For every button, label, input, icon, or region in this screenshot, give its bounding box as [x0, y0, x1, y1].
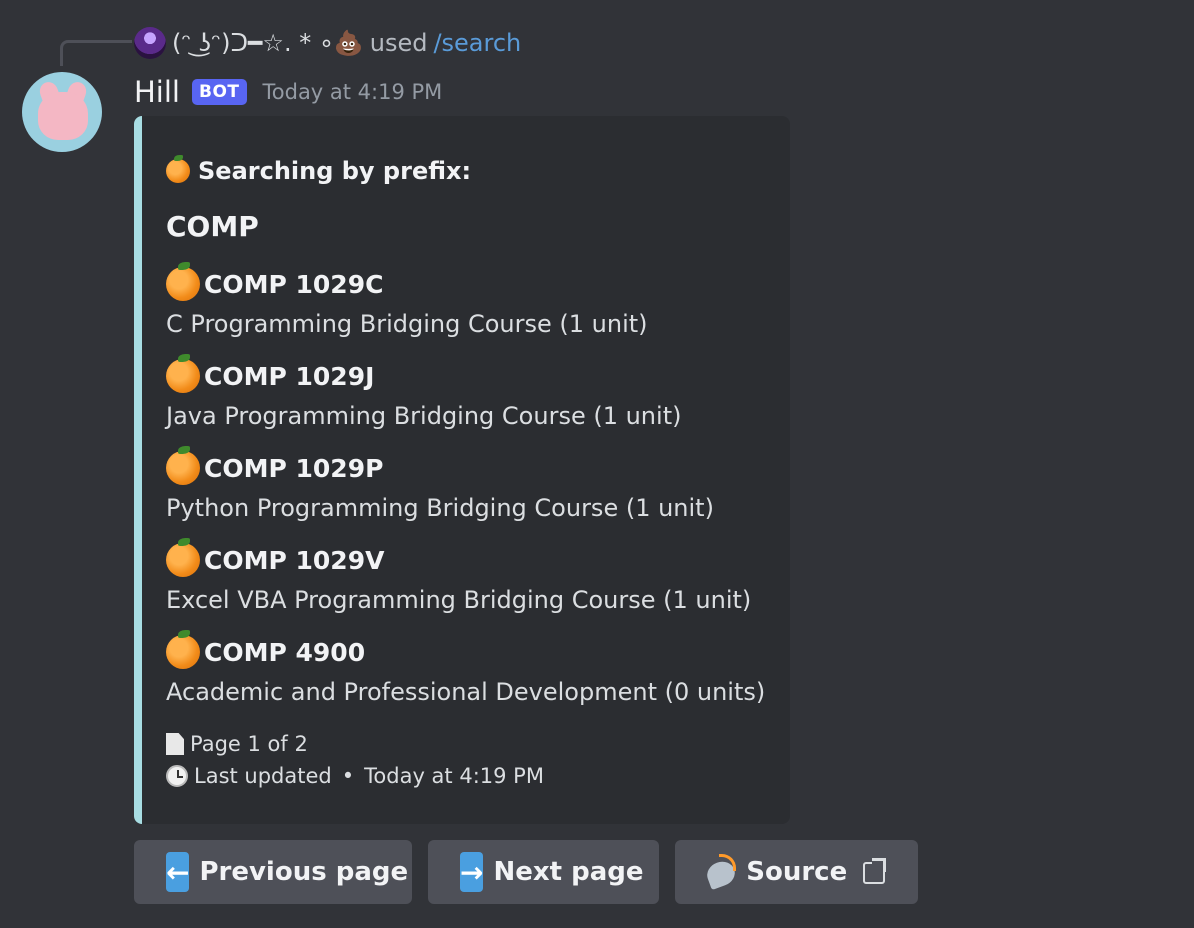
embed-fields: COMP 1029C C Programming Bridging Course… — [166, 262, 770, 724]
username[interactable]: Hill — [134, 75, 180, 109]
orange-icon — [166, 354, 200, 393]
satellite-icon — [703, 854, 739, 891]
orange-icon — [166, 262, 200, 301]
field-name: COMP 1029C — [204, 269, 384, 299]
field-name: COMP 1029V — [204, 545, 385, 575]
embed-title: COMP — [166, 210, 259, 243]
message-timestamp[interactable]: Today at 4:19 PM — [263, 80, 443, 104]
source-link-button[interactable]: Source — [675, 840, 918, 904]
embed-field: COMP 1029P Python Programming Bridging C… — [166, 446, 770, 540]
embed-accent-bar — [134, 116, 142, 824]
embed-footer: Page 1 of 2 Last updated • Today at 4:19… — [166, 728, 770, 792]
field-value: Java Programming Bridging Course (1 unit… — [166, 402, 682, 430]
previous-page-label: Previous page — [199, 857, 409, 887]
page-indicator: Page 1 of 2 — [190, 732, 308, 756]
right-arrow-icon: → — [460, 852, 484, 892]
slash-command[interactable]: /search — [433, 29, 521, 57]
action-row: ← Previous page → Next page Source — [134, 840, 918, 904]
field-name: COMP 1029J — [204, 361, 375, 391]
field-value: C Programming Bridging Course (1 unit) — [166, 310, 648, 338]
replied-user-name[interactable]: (ᵔ ͜ʖᵔ)ᑐ━☆. * ∘💩 — [172, 29, 364, 57]
embed-field: COMP 1029V Excel VBA Programming Bridgin… — [166, 538, 770, 632]
source-label: Source — [746, 857, 848, 887]
embed-field: COMP 1029C C Programming Bridging Course… — [166, 262, 770, 356]
next-page-button[interactable]: → Next page — [428, 840, 659, 904]
field-name: COMP 1029P — [204, 453, 384, 483]
field-value: Academic and Professional Development (0… — [166, 678, 766, 706]
footer-timestamp: Today at 4:19 PM — [364, 764, 544, 788]
embed-author-text: Searching by prefix: — [198, 157, 472, 185]
last-updated-label: Last updated — [194, 764, 332, 788]
reply-used-text: used — [369, 29, 428, 57]
external-link-icon — [863, 858, 886, 886]
field-value: Python Programming Bridging Course (1 un… — [166, 494, 714, 522]
orange-icon — [166, 155, 190, 183]
reply-context[interactable]: (ᵔ ͜ʖᵔ)ᑐ━☆. * ∘💩 used /search — [134, 26, 521, 60]
bot-tag: BOT — [191, 79, 247, 105]
orange-icon — [166, 630, 200, 669]
next-page-label: Next page — [493, 857, 644, 887]
embed-author: Searching by prefix: — [166, 154, 770, 188]
previous-page-button[interactable]: ← Previous page — [134, 840, 412, 904]
document-icon — [166, 733, 184, 755]
embed: Searching by prefix: COMP COMP 1029C C P… — [134, 116, 790, 824]
message-header: Hill BOT Today at 4:19 PM — [134, 72, 442, 112]
embed-field: COMP 4900 Academic and Professional Deve… — [166, 630, 770, 724]
field-name: COMP 4900 — [204, 637, 366, 667]
embed-field: COMP 1029J Java Programming Bridging Cou… — [166, 354, 770, 448]
left-arrow-icon: ← — [166, 852, 190, 892]
orange-icon — [166, 538, 200, 577]
field-value: Excel VBA Programming Bridging Course (1… — [166, 586, 752, 614]
clock-icon — [166, 765, 188, 787]
bot-avatar[interactable] — [22, 72, 102, 152]
separator-dot: • — [341, 764, 355, 788]
replied-user-avatar[interactable] — [134, 27, 166, 59]
reply-connector — [60, 40, 132, 66]
orange-icon — [166, 446, 200, 485]
